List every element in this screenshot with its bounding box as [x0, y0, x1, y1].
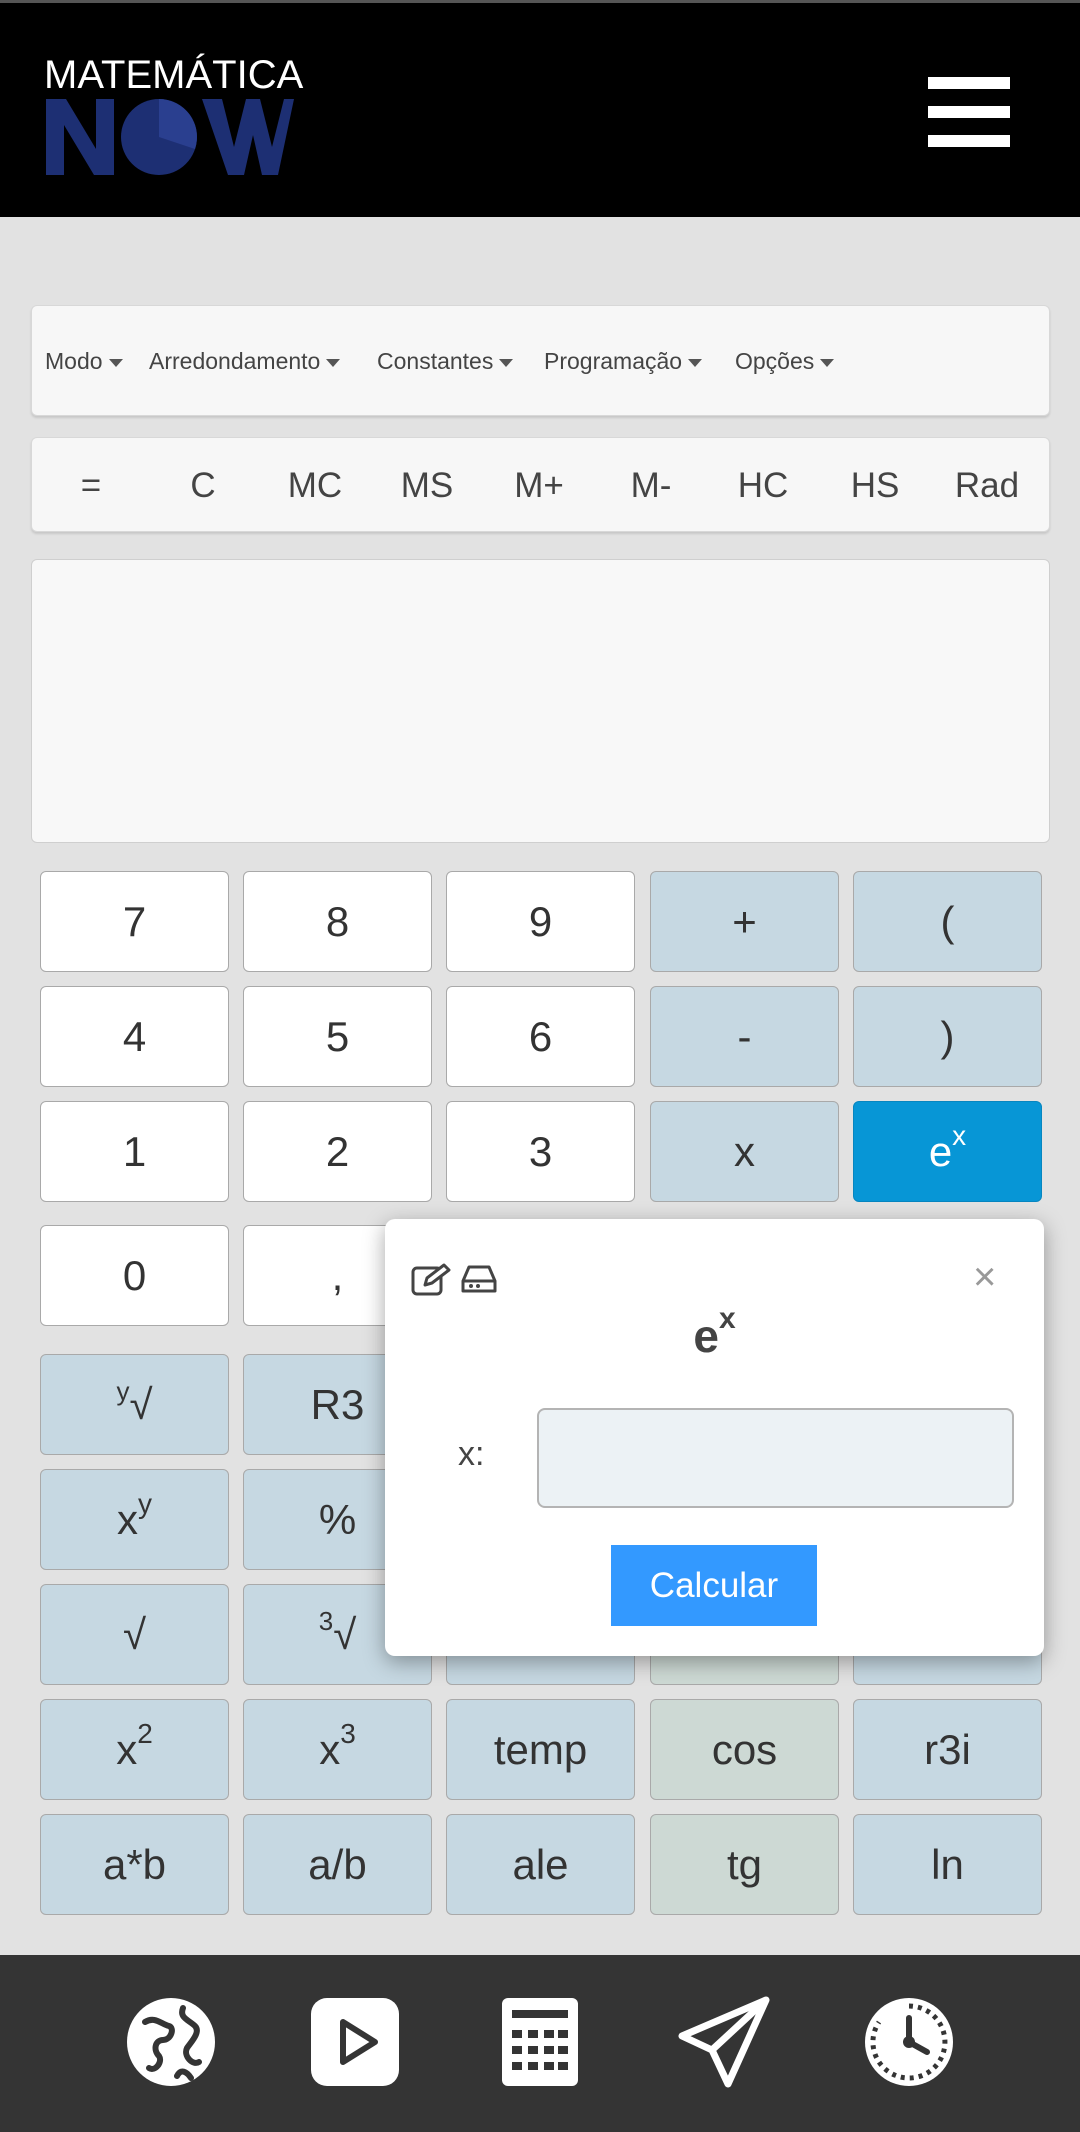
menu-constantes[interactable]: Constantes	[377, 306, 514, 417]
key-minus[interactable]: -	[650, 986, 839, 1087]
key-4[interactable]: 4	[40, 986, 229, 1087]
history-clear-button[interactable]: HC	[707, 438, 819, 533]
key-tg[interactable]: tg	[650, 1814, 839, 1915]
history-show-button[interactable]: HS	[819, 438, 931, 533]
calcular-button[interactable]: Calcular	[611, 1545, 817, 1626]
key-r3i[interactable]: r3i	[853, 1699, 1042, 1800]
key-temp[interactable]: temp	[446, 1699, 635, 1800]
calculator-display[interactable]	[31, 559, 1050, 843]
menu-toggle-button[interactable]	[928, 77, 1010, 147]
caret-down-icon	[688, 358, 703, 367]
key-cube[interactable]: x3	[243, 1699, 432, 1800]
logo-text-top: MATEMÁTICA	[44, 53, 304, 97]
menu-label: Modo	[45, 348, 103, 374]
key-a-div-b[interactable]: a/b	[243, 1814, 432, 1915]
key-1[interactable]: 1	[40, 1101, 229, 1202]
memory-store-button[interactable]: MS	[371, 438, 483, 533]
options-menubar: Modo Arredondamento Constantes Programaç…	[31, 305, 1050, 416]
timer-icon[interactable]	[863, 1996, 955, 2088]
close-icon[interactable]: ×	[973, 1257, 996, 1297]
logo[interactable]: MATEMÁTICA	[44, 55, 304, 175]
globe-icon[interactable]	[125, 1996, 217, 2088]
key-label: √	[129, 1381, 153, 1428]
popup-title: ex	[385, 1303, 1044, 1363]
key-5[interactable]: 5	[243, 986, 432, 1087]
title-sup: x	[718, 1301, 736, 1335]
memory-subtract-button[interactable]: M-	[595, 438, 707, 533]
key-9[interactable]: 9	[446, 871, 635, 972]
key-random[interactable]: ale	[446, 1814, 635, 1915]
key-3[interactable]: 3	[446, 1101, 635, 1202]
hamburger-line	[928, 77, 1010, 89]
key-6[interactable]: 6	[446, 986, 635, 1087]
key-sup: y	[138, 1488, 152, 1519]
menu-programacao[interactable]: Programação	[544, 306, 703, 417]
menu-modo[interactable]: Modo	[45, 306, 123, 417]
key-label: x	[116, 1726, 138, 1773]
hamburger-line	[928, 106, 1010, 118]
key-close-paren[interactable]: )	[853, 986, 1042, 1087]
memory-bar: = C MC MS M+ M- HC HS Rad	[31, 437, 1050, 532]
key-label: x	[319, 1726, 341, 1773]
key-sup: x	[952, 1120, 967, 1151]
play-icon[interactable]	[309, 1996, 401, 2088]
site-header: MATEMÁTICA	[0, 3, 1080, 217]
menu-arredondamento[interactable]: Arredondamento	[149, 306, 341, 417]
caret-down-icon	[820, 358, 835, 367]
key-a-times-b[interactable]: a*b	[40, 1814, 229, 1915]
key-root-y[interactable]: y√	[40, 1354, 229, 1455]
menu-label: Opções	[735, 348, 815, 374]
key-label: √	[333, 1611, 357, 1658]
save-drive-icon[interactable]	[461, 1263, 497, 1295]
memory-clear-button[interactable]: MC	[259, 438, 371, 533]
exp-popup-dialog: × ex x: Calcular	[385, 1219, 1044, 1656]
edit-icon[interactable]	[411, 1263, 453, 1297]
key-7[interactable]: 7	[40, 871, 229, 972]
angle-mode-button[interactable]: Rad	[931, 438, 1043, 533]
key-power[interactable]: xy	[40, 1469, 229, 1570]
caret-down-icon	[326, 358, 341, 367]
key-label: e	[928, 1128, 953, 1175]
key-ln[interactable]: ln	[853, 1814, 1042, 1915]
key-0[interactable]: 0	[40, 1225, 229, 1326]
hamburger-line	[928, 135, 1010, 147]
calculator-icon[interactable]	[494, 1996, 586, 2088]
x-field-label: x:	[458, 1435, 485, 1473]
clear-button[interactable]: C	[147, 438, 259, 533]
key-8[interactable]: 8	[243, 871, 432, 972]
logo-now-mark	[46, 99, 294, 175]
key-plus[interactable]: +	[650, 871, 839, 972]
caret-down-icon	[108, 358, 123, 367]
key-label: x	[117, 1496, 138, 1543]
paper-plane-icon[interactable]	[678, 1996, 770, 2088]
caret-down-icon	[499, 358, 514, 367]
key-square[interactable]: x2	[40, 1699, 229, 1800]
key-sup: 3	[340, 1718, 356, 1749]
x-input[interactable]	[537, 1408, 1014, 1508]
key-pre: 3	[318, 1606, 334, 1636]
menu-label: Programação	[544, 348, 683, 374]
key-open-paren[interactable]: (	[853, 871, 1042, 972]
key-2[interactable]: 2	[243, 1101, 432, 1202]
key-exp[interactable]: ex	[853, 1101, 1042, 1202]
key-cos[interactable]: cos	[650, 1699, 839, 1800]
bottom-navigation	[0, 1955, 1080, 2132]
key-sqrt[interactable]: √	[40, 1584, 229, 1685]
key-pre: y	[116, 1376, 130, 1406]
memory-add-button[interactable]: M+	[483, 438, 595, 533]
key-sup: 2	[137, 1718, 153, 1749]
menu-label: Arredondamento	[149, 348, 321, 374]
menu-opcoes[interactable]: Opções	[735, 306, 835, 417]
key-multiply[interactable]: x	[650, 1101, 839, 1202]
equals-button[interactable]: =	[35, 438, 147, 533]
menu-label: Constantes	[377, 348, 494, 374]
title-base: e	[693, 1310, 719, 1362]
